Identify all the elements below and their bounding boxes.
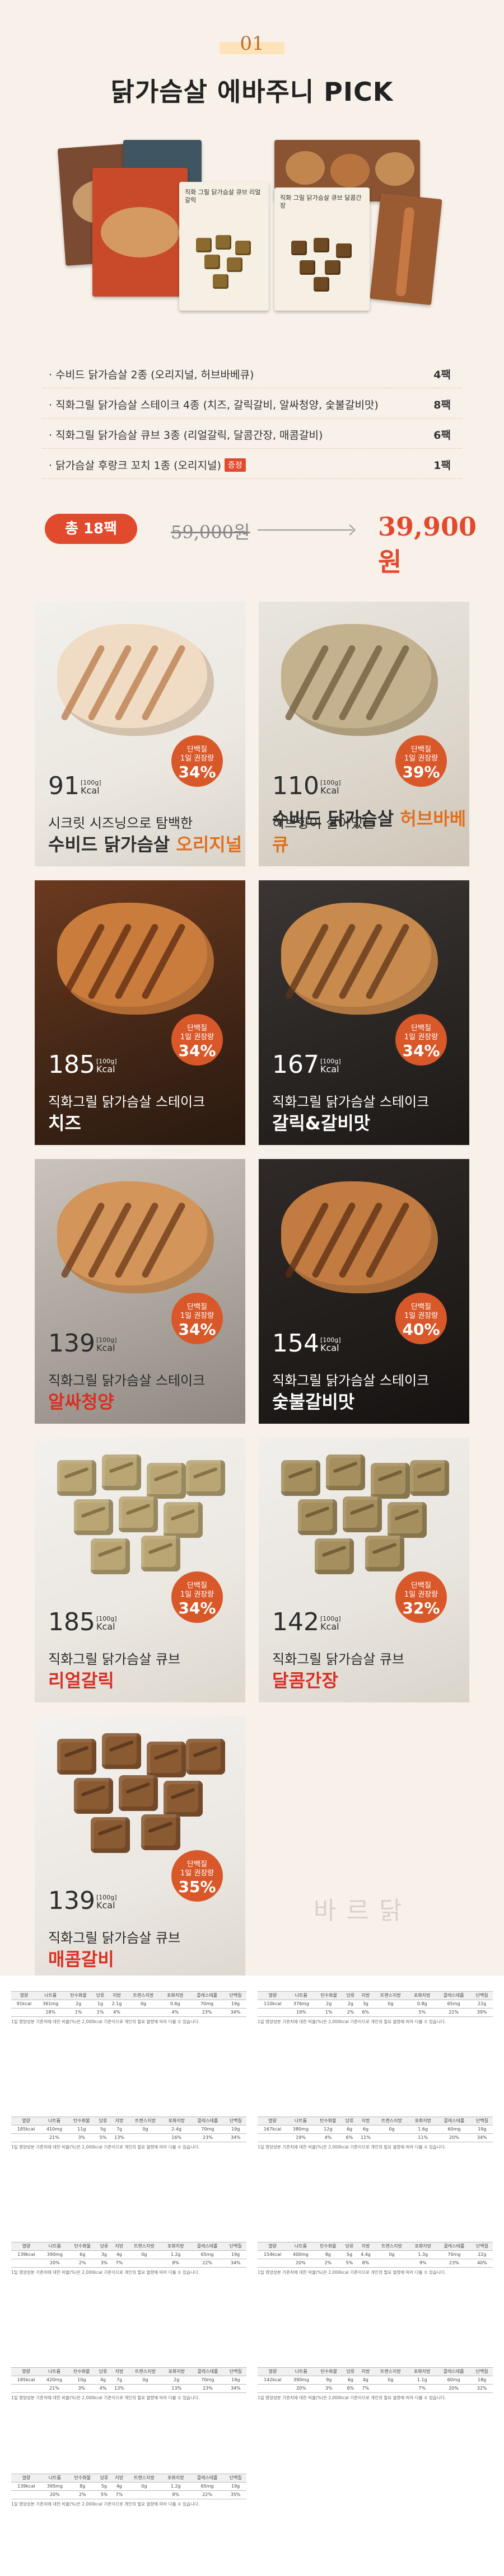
- protein-badge: 단백질 1일 권장량 34%: [171, 735, 223, 787]
- product-name: 수비드 닭가슴살 허브바베큐: [272, 808, 466, 855]
- list-item: · 닭가슴살 후랑크 꼬치 1종 (오리지널) 증정 1팩: [42, 449, 462, 479]
- nutrition-table: 열량 나트륨 탄수화물 당류 지방 트랜스지방 포화지방 콜레스테롤 단백질 91kcal 361m…: [11, 1991, 246, 2024]
- nutrition-table: 열량 나트륨 탄수화물 당류 지방 트랜스지방 포화지방 콜레스테롤 단백질 142kcal 390…: [258, 2367, 493, 2400]
- protein-badge: 단백질 1일 권장량 34%: [395, 1014, 447, 1066]
- calorie-value: 91 [100g] Kcal: [48, 772, 101, 800]
- product-detail-page: 01 닭가슴살 에바주니 PICK 직화 그릴 닭가슴살 큐브 리얼갈릭 직화 …: [0, 0, 504, 2576]
- product-card: 139 [100g] Kcal 단백질 1일 권장량 34% 직화그릴 닭가슴살 스테이크…: [35, 1159, 245, 1424]
- calorie-value: 139 [100g] Kcal: [48, 1329, 117, 1358]
- product-subtitle: 직화그릴 닭가슴살 큐브: [48, 1651, 181, 1667]
- product-subtitle: 시크릿 시즈닝으로 탐백한: [48, 815, 193, 831]
- product-subtitle: 직화그릴 닭가슴살 스테이크: [272, 1373, 430, 1388]
- product-name: 리얼갈릭: [48, 1670, 114, 1691]
- calorie-value: 154 [100g] Kcal: [272, 1329, 341, 1358]
- package-front-cube-2: 직화 그릴 닭가슴살 큐브 달콤간장: [274, 187, 370, 311]
- product-card: 110 [100g] Kcal 단백질 1일 권장량 39% 허브향이 살아있는 수비드 닭…: [259, 602, 469, 866]
- protein-badge: 단백질 1일 권장량 40%: [395, 1293, 447, 1344]
- price-row: 총 18팩 59,000원 39,900원: [45, 509, 477, 577]
- calorie-value: 110 [100g] Kcal: [272, 772, 341, 800]
- watermark: 바르닭: [314, 1897, 412, 1925]
- protein-badge: 단백질 1일 권장량 39%: [395, 735, 447, 787]
- product-card: 185 [100g] Kcal 단백질 1일 권장량 34% 직화그릴 닭가슴살 스테이크…: [35, 880, 245, 1145]
- product-card: 142 [100g] Kcal 단백질 1일 권장량 32% 직화그릴 닭가슴살 큐브달콤…: [259, 1438, 469, 1702]
- protein-badge: 단백질 1일 권장량 34%: [171, 1293, 223, 1344]
- item-quantity: 6팩: [433, 429, 451, 442]
- item-quantity: 1팩: [433, 459, 451, 472]
- package-front-left: [92, 168, 188, 297]
- product-name: 매콤갈비: [48, 1949, 114, 1970]
- protein-badge: 단백질 1일 권장량 34%: [171, 1571, 223, 1623]
- arrow-right-icon: [258, 529, 353, 531]
- package-front-cube-1: 직화 그릴 닭가슴살 큐브 리얼갈릭: [179, 182, 269, 311]
- original-price: 59,000원: [171, 522, 250, 543]
- section-number: 01: [240, 32, 264, 55]
- product-subtitle: 직화그릴 닭가슴살 스테이크: [272, 1094, 430, 1110]
- item-quantity: 8팩: [433, 399, 451, 411]
- product-name: 달콤간장: [272, 1670, 338, 1691]
- product-name: 갈릭&갈비맛: [272, 1113, 371, 1134]
- product-card: 154 [100g] Kcal 단백질 1일 권장량 40% 직화그릴 닭가슴살 스테이크…: [259, 1159, 469, 1424]
- product-subtitle: 직화그릴 닭가슴살 스테이크: [48, 1373, 206, 1388]
- product-subtitle: 직화그릴 닭가슴살 큐브: [272, 1651, 405, 1667]
- nutrition-table: 열량 나트륨 탄수화물 당류 지방 트랜스지방 포화지방 콜레스테롤 단백질 154kcal 400…: [258, 2242, 493, 2275]
- product-name: 숯불갈비맛: [272, 1391, 355, 1413]
- product-card: 185 [100g] Kcal 단백질 1일 권장량 34% 직화그릴 닭가슴살 큐브리얼…: [35, 1438, 245, 1702]
- nutrition-table: 열량 나트륨 탄수화물 당류 지방 트랜스지방 포화지방 콜레스테롤 단백질 139kcal 390…: [11, 2242, 246, 2275]
- nutrition-table: 열량 나트륨 탄수화물 당류 지방 트랜스지방 포화지방 콜레스테롤 단백질 139kcal 395…: [11, 2474, 246, 2507]
- pick-header-section: 01 닭가슴살 에바주니 PICK 직화 그릴 닭가슴살 큐브 리얼갈릭 직화 …: [0, 0, 504, 588]
- list-item: · 직화그릴 닭가슴살 스테이크 4종 (치즈, 갈릭갈비, 알싸청양, 숯불갈…: [42, 388, 462, 419]
- protein-badge: 단백질 1일 권장량 34%: [171, 1014, 223, 1066]
- composition-list: · 수비드 닭가슴살 2종 (오리지널, 허브바베큐) 4팩 · 직화그릴 닭가…: [42, 358, 462, 479]
- section-title: 닭가슴살 에바주니 PICK: [110, 77, 394, 107]
- protein-badge: 단백질 1일 권장량 35%: [171, 1850, 223, 1902]
- nutrition-table: 열량 나트륨 탄수화물 당류 지방 트랜스지방 포화지방 콜레스테롤 단백질 167kcal 380…: [258, 2117, 493, 2150]
- product-name: 알싸청양: [48, 1391, 114, 1413]
- product-name: 수비드 닭가슴살 오리지널: [48, 834, 242, 855]
- protein-badge: 단백질 1일 권장량 32%: [395, 1571, 447, 1623]
- calorie-value: 185 [100g] Kcal: [48, 1608, 117, 1636]
- product-card: 91 [100g] Kcal 단백질 1일 권장량 34% 시크릿 시즈닝으로 탐백한수비…: [35, 602, 245, 866]
- package-back-4: [370, 193, 442, 306]
- item-quantity: 4팩: [433, 369, 451, 381]
- product-subtitle: 직화그릴 닭가슴살 스테이크: [48, 1094, 206, 1110]
- list-item: · 수비드 닭가슴살 2종 (오리지널, 허브바베큐) 4팩: [42, 358, 462, 388]
- product-subtitle: 직화그릴 닭가슴살 큐브: [48, 1930, 181, 1946]
- calorie-value: 185 [100g] Kcal: [48, 1050, 117, 1079]
- calorie-value: 142 [100g] Kcal: [272, 1608, 341, 1636]
- product-card: 167 [100g] Kcal 단백질 1일 권장량 34% 직화그릴 닭가슴살 스테이크…: [259, 880, 469, 1145]
- calorie-value: 167 [100g] Kcal: [272, 1050, 341, 1079]
- product-package-image: 직화 그릴 닭가슴살 큐브 리얼갈릭 직화 그릴 닭가슴살 큐브 달콤간장: [57, 140, 442, 311]
- nutrition-table: 열량 나트륨 탄수화물 당류 지방 트랜스지방 포화지방 콜레스테롤 단백질 185kcal 410…: [11, 2117, 246, 2150]
- product-card: 139 [100g] Kcal 단백질 1일 권장량 35% 직화그릴 닭가슴살 큐브매콤…: [35, 1716, 245, 1981]
- sale-price: 39,900원: [378, 512, 477, 577]
- gift-badge: 증정: [224, 458, 246, 472]
- nutrition-facts-section: 열량 나트륨 탄수화물 당류 지방 트랜스지방 포화지방 콜레스테롤 단백질 91kcal 361m…: [0, 1976, 504, 2576]
- list-item: · 직화그릴 닭가슴살 큐브 3종 (리얼갈릭, 달콤간장, 매콤갈비) 6팩: [42, 419, 462, 449]
- nutrition-table: 열량 나트륨 탄수화물 당류 지방 트랜스지방 포화지방 콜레스테롤 단백질 185kcal 420…: [11, 2367, 246, 2400]
- product-name: 치즈: [48, 1113, 81, 1134]
- total-count-badge: 총 18팩: [45, 514, 137, 544]
- calorie-value: 139 [100g] Kcal: [48, 1887, 117, 1915]
- nutrition-table: 열량 나트륨 탄수화물 당류 지방 트랜스지방 포화지방 콜레스테롤 단백질 110kcal 376…: [258, 1991, 493, 2024]
